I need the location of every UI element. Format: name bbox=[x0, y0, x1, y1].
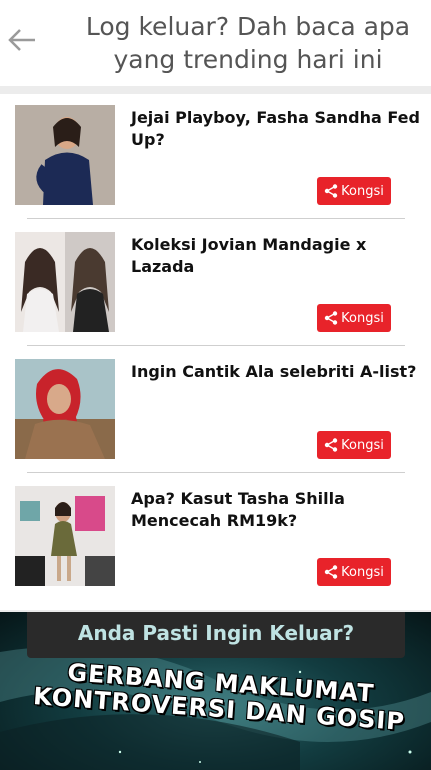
share-button[interactable]: Kongsi bbox=[317, 177, 391, 205]
item-title[interactable]: Ingin Cantik Ala selebriti A-list? bbox=[131, 361, 421, 383]
share-button[interactable]: Kongsi bbox=[317, 558, 391, 586]
app-header: Log keluar? Dah baca apa yang trending h… bbox=[0, 0, 431, 86]
share-icon bbox=[324, 565, 338, 579]
share-button[interactable]: Kongsi bbox=[317, 431, 391, 459]
item-title[interactable]: Apa? Kasut Tasha Shilla Mencecah RM19k? bbox=[131, 488, 421, 532]
item-title[interactable]: Jejai Playboy, Fasha Sandha Fed Up? bbox=[131, 107, 421, 151]
list-item[interactable]: Apa? Kasut Tasha Shilla Mencecah RM19k? … bbox=[0, 475, 431, 602]
exit-confirm-button[interactable]: Anda Pasti Ingin Keluar? bbox=[27, 612, 405, 658]
divider bbox=[27, 345, 405, 346]
thumbnail-image[interactable] bbox=[15, 232, 115, 332]
divider bbox=[27, 218, 405, 219]
arrow-left-icon bbox=[8, 29, 35, 51]
item-title[interactable]: Koleksi Jovian Mandagie x Lazada bbox=[131, 234, 421, 278]
list-item[interactable]: Jejai Playboy, Fasha Sandha Fed Up? Kong… bbox=[0, 94, 431, 221]
list-item[interactable]: Ingin Cantik Ala selebriti A-list? Kongs… bbox=[0, 348, 431, 475]
share-icon bbox=[324, 438, 338, 452]
share-label: Kongsi bbox=[341, 437, 384, 453]
page-title: Log keluar? Dah baca apa yang trending h… bbox=[85, 12, 411, 74]
divider bbox=[27, 472, 405, 473]
share-button[interactable]: Kongsi bbox=[317, 304, 391, 332]
trending-list: Jejai Playboy, Fasha Sandha Fed Up? Kong… bbox=[0, 94, 431, 610]
back-button[interactable] bbox=[4, 22, 40, 58]
promo-banner: Anda Pasti Ingin Keluar? GERBANG MAKLUMA… bbox=[0, 612, 431, 770]
share-icon bbox=[324, 184, 338, 198]
list-item[interactable]: Koleksi Jovian Mandagie x Lazada Kongsi bbox=[0, 221, 431, 348]
share-label: Kongsi bbox=[341, 310, 384, 326]
share-label: Kongsi bbox=[341, 564, 384, 580]
share-icon bbox=[324, 311, 338, 325]
share-label: Kongsi bbox=[341, 183, 384, 199]
thumbnail-image[interactable] bbox=[15, 359, 115, 459]
thumbnail-image[interactable] bbox=[15, 105, 115, 205]
thumbnail-image[interactable] bbox=[15, 486, 115, 586]
